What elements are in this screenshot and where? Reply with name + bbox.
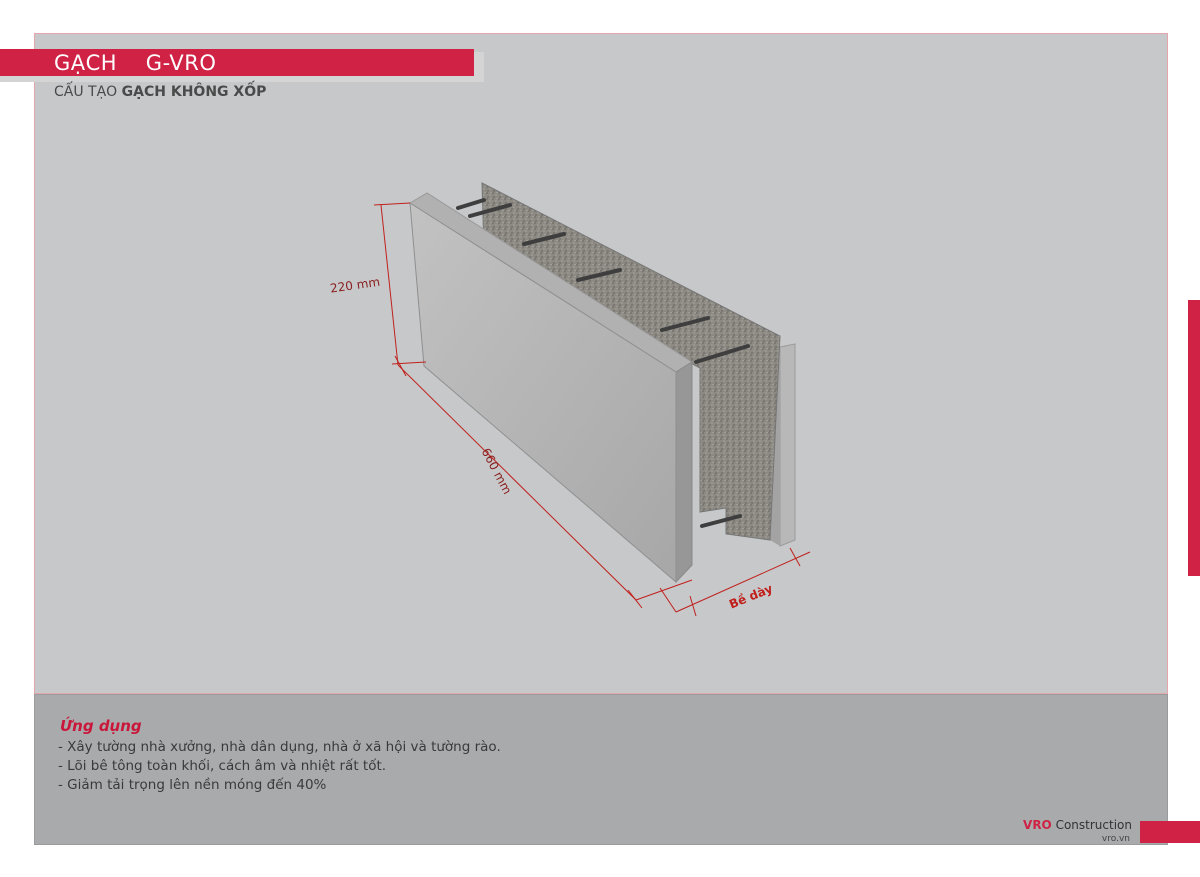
back-panel <box>779 343 796 547</box>
footer-accent-bar <box>1140 821 1200 843</box>
front-panel-side <box>675 361 693 584</box>
list-item: - Xây tường nhà xưởng, nhà dân dụng, nhà… <box>58 739 501 755</box>
height-dimension-label: 220 mm <box>329 275 381 296</box>
list-item: - Lõi bê tông toàn khối, cách âm và nhiệ… <box>58 758 387 774</box>
applications-heading: Ứng dụng <box>60 717 142 735</box>
applications-list: - Xây tường nhà xưởng, nhà dân dụng, nhà… <box>58 738 501 795</box>
footer-brand: VRO Construction <box>1023 818 1132 832</box>
footer-url: vro.vn <box>1101 834 1130 844</box>
length-dimension-label: 660 mm <box>479 446 515 497</box>
brand-suffix: Construction <box>1051 818 1132 832</box>
brand-name: VRO <box>1023 818 1052 832</box>
list-item: - Giảm tải trọng lên nền móng đến 40% <box>58 777 327 793</box>
